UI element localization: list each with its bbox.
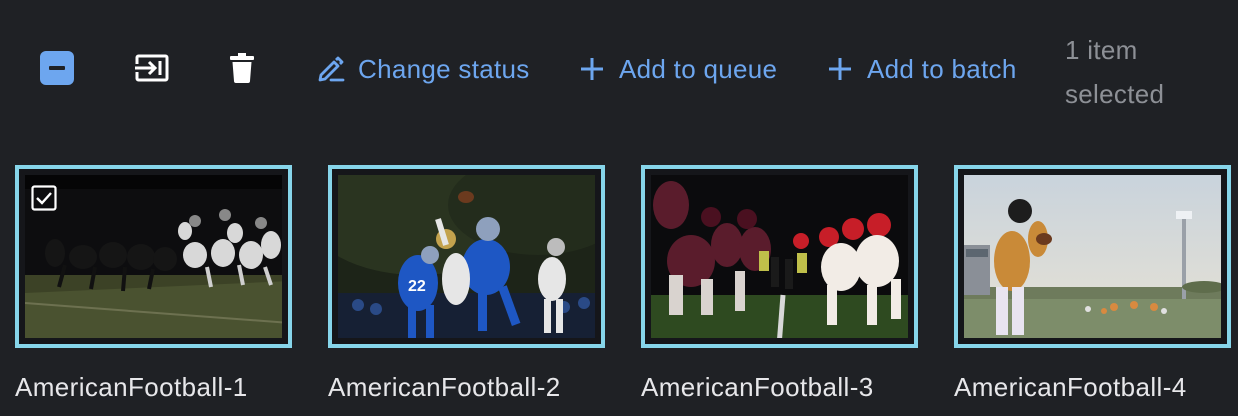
thumbnail-image: 22 xyxy=(338,175,595,338)
add-to-batch-label: Add to batch xyxy=(867,53,1017,84)
thumbnail-image xyxy=(651,175,908,338)
add-to-queue-button[interactable]: Add to queue xyxy=(577,52,777,86)
pencil-icon xyxy=(316,54,346,84)
gallery-item[interactable]: AmericanFootball-1 xyxy=(15,165,292,403)
item-name: AmericanFootball-4 xyxy=(954,372,1187,402)
checked-checkbox-icon[interactable] xyxy=(31,185,57,211)
item-name: AmericanFootball-1 xyxy=(15,372,248,402)
svg-text:22: 22 xyxy=(408,278,426,295)
thumbnail-frame[interactable] xyxy=(15,165,292,348)
plus-icon xyxy=(577,54,607,84)
gallery-item[interactable]: AmericanFootball-3 xyxy=(641,165,918,403)
thumbnail-frame[interactable]: 22 xyxy=(328,165,605,348)
minus-square-icon xyxy=(49,66,65,70)
change-status-button[interactable]: Change status xyxy=(316,52,530,86)
delete-button[interactable] xyxy=(224,50,260,86)
selection-count: 1 item selected xyxy=(1065,28,1215,116)
item-name: AmericanFootball-3 xyxy=(641,372,874,402)
selection-suffix-text: selected xyxy=(1065,79,1165,109)
item-name: AmericanFootball-2 xyxy=(328,372,561,402)
annotation-gallery-page: Change status Add to queue Add to batch … xyxy=(0,0,1238,416)
thumbnail-frame[interactable] xyxy=(954,165,1231,348)
move-to-button[interactable] xyxy=(134,50,170,86)
change-status-label: Change status xyxy=(358,53,530,84)
gallery-item[interactable]: AmericanFootball-4 xyxy=(954,165,1231,403)
thumbnail-image xyxy=(964,175,1221,338)
gallery-item[interactable]: 22 AmericanFootball-2 xyxy=(328,165,605,403)
trash-icon xyxy=(230,53,254,83)
selection-count-text: 1 item xyxy=(1065,35,1138,65)
move-to-icon xyxy=(135,54,169,82)
add-to-queue-label: Add to queue xyxy=(619,53,778,84)
deselect-all-checkbox[interactable] xyxy=(40,51,74,85)
add-to-batch-button[interactable]: Add to batch xyxy=(825,52,1017,86)
plus-icon xyxy=(825,54,855,84)
thumbnail-image xyxy=(25,175,282,338)
bulk-action-toolbar: Change status Add to queue Add to batch … xyxy=(0,0,1238,140)
thumbnail-frame[interactable] xyxy=(641,165,918,348)
